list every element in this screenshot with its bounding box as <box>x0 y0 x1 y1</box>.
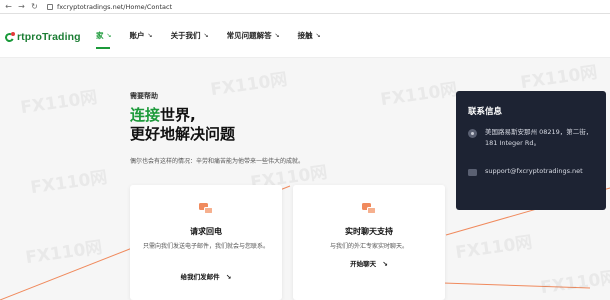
email-us-link[interactable]: 给我们发邮件 ↘ <box>130 271 282 281</box>
chat-bubbles-icon <box>362 203 376 215</box>
arrow-icon: ↘ <box>225 273 232 281</box>
card-title: 实时聊天支持 <box>345 227 393 236</box>
title-rest: 世界, <box>160 106 196 124</box>
chevron-down-icon: ↘ <box>203 32 209 39</box>
address-bar[interactable]: fxcryptotradings.net/Home/Contact <box>57 3 172 11</box>
address-text: 美国路易斯安那州 08219，第二街，181 Integer Rd。 <box>485 128 593 147</box>
chevron-down-icon: ↘ <box>147 32 153 39</box>
location-pin-icon <box>468 129 477 138</box>
card-description: 只需向我们发送电子邮件，我们就会与您联系。 <box>142 243 269 250</box>
arrow-icon: ↘ <box>382 260 388 268</box>
forward-icon[interactable]: → <box>17 2 26 11</box>
nav-item-home[interactable]: 家 ↘ <box>96 30 112 41</box>
title-highlight: 连接 <box>130 106 161 124</box>
site-logo[interactable]: rtproTrading <box>3 31 81 43</box>
start-chat-link[interactable]: 开始聊天 ↘ <box>293 258 445 268</box>
page-subtitle: 偶尔也会有这样的情况：辛劳和痛苦能为他带来一些伟大的成就。 <box>130 158 305 165</box>
link-label: 给我们发邮件 <box>180 273 220 281</box>
browser-toolbar: ← → ↻ fxcryptotradings.net/Home/Contact <box>0 0 610 14</box>
nav-item-contact[interactable]: 接触 ↘ <box>298 30 321 41</box>
mail-icon <box>468 169 477 176</box>
email-link[interactable]: support@fxcryptotradings.net <box>485 166 583 177</box>
active-nav-indicator <box>96 47 110 49</box>
nav-item-label: 常见问题解答 <box>226 31 272 40</box>
chevron-down-icon: ↘ <box>274 32 280 39</box>
nav-item-account[interactable]: 账户 ↘ <box>130 30 153 41</box>
contact-info-panel: 联系信息 美国路易斯安那州 08219，第二街，181 Integer Rd。 … <box>456 91 606 210</box>
nav-item-about[interactable]: 关于我们 ↘ <box>171 30 209 41</box>
callback-card: 请求回电 只需向我们发送电子邮件，我们就会与您联系。 给我们发邮件 ↘ <box>130 185 282 300</box>
chat-bubbles-icon <box>199 203 213 215</box>
back-icon[interactable]: ← <box>4 2 13 11</box>
address-row: 美国路易斯安那州 08219，第二街，181 Integer Rd。 <box>468 127 597 149</box>
chevron-down-icon: ↘ <box>315 32 321 39</box>
nav-item-label: 家 <box>96 31 104 40</box>
card-title: 请求回电 <box>190 227 222 236</box>
site-header: rtproTrading 家 ↘ 账户 ↘ 关于我们 ↘ 常见问题解答 ↘ 接触… <box>0 14 610 58</box>
main-nav: 家 ↘ 账户 ↘ 关于我们 ↘ 常见问题解答 ↘ 接触 ↘ <box>96 30 339 41</box>
reload-icon[interactable]: ↻ <box>30 2 39 11</box>
logo-text: rtproTrading <box>17 31 81 43</box>
chevron-down-icon: ↘ <box>106 32 112 39</box>
contact-info-title: 联系信息 <box>468 107 503 117</box>
contact-section: FX110网 FX110网 FX110网 FX110网 FX110网 FX110… <box>0 58 610 300</box>
nav-item-label: 关于我们 <box>170 31 201 40</box>
link-label: 开始聊天 <box>350 260 377 268</box>
page-title: 连接世界, 更好地解决问题 <box>130 106 235 144</box>
nav-item-label: 接触 <box>297 31 313 40</box>
nav-item-label: 账户 <box>129 31 145 40</box>
card-description: 与我们的外汇专家实时聊天。 <box>329 243 408 250</box>
nav-item-faq[interactable]: 常见问题解答 ↘ <box>227 30 280 41</box>
live-chat-card: 实时聊天支持 与我们的外汇专家实时聊天。 开始聊天 ↘ <box>293 185 445 300</box>
site-info-icon[interactable] <box>47 3 53 10</box>
logo-icon <box>3 31 16 43</box>
title-line2: 更好地解决问题 <box>130 125 236 143</box>
email-row: support@fxcryptotradings.net <box>468 166 583 177</box>
eyebrow-label: 需要帮助 <box>130 92 158 100</box>
